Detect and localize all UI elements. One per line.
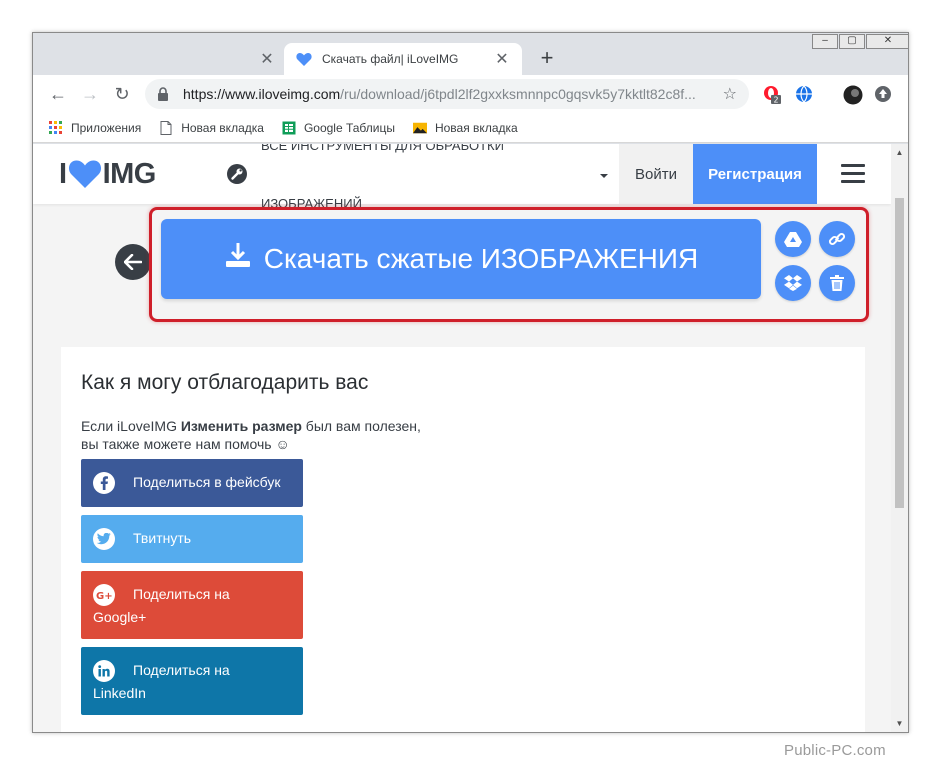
tab-close-icon[interactable]: ✕ — [259, 49, 275, 69]
tab-title: Скачать файл| iLoveIMG — [322, 52, 459, 66]
google-drive-icon — [784, 232, 802, 247]
bookmark-google-sheets[interactable]: Google Таблицы — [282, 121, 395, 135]
bookmark-star-icon[interactable]: ☆ — [723, 84, 737, 104]
svg-text:2: 2 — [773, 96, 778, 105]
new-tab-plus-icon[interactable]: + — [535, 47, 559, 71]
share-label: Поделиться в фейсбук — [133, 474, 281, 490]
thanks-text: Если iLoveIMG Изменить размер был вам по… — [81, 418, 421, 452]
bookmarks-bar: Приложения Новая вкладка Google Таблицы … — [33, 113, 908, 143]
tab-inactive[interactable]: ✕ — [41, 43, 287, 75]
download-icon — [225, 243, 250, 267]
sheets-icon — [282, 121, 296, 135]
apps-grid-icon — [49, 120, 63, 135]
globe-extension-icon[interactable] — [795, 85, 813, 103]
download-label: Скачать сжатые ИЗОБРАЖЕНИЯ — [263, 243, 699, 274]
download-images-button[interactable]: Скачать сжатые ИЗОБРАЖЕНИЯ — [161, 219, 761, 299]
heart-logo-icon — [68, 160, 101, 188]
reload-icon[interactable]: ↻ — [111, 83, 133, 105]
image-icon — [412, 121, 427, 135]
wrench-icon[interactable] — [227, 164, 247, 184]
tab-close-icon[interactable]: ✕ — [494, 49, 510, 69]
login-button[interactable]: Войти — [619, 144, 693, 204]
window-controls: – ▢ ✕ — [811, 34, 908, 49]
link-icon — [828, 232, 846, 246]
bookmark-label: Новая вкладка — [434, 120, 518, 135]
logo-text: I — [59, 157, 67, 190]
update-arrow-icon[interactable] — [874, 85, 892, 103]
iloveimg-logo[interactable]: I IMG — [59, 157, 157, 190]
tab-active[interactable]: Скачать файл| iLoveIMG ✕ — [284, 43, 522, 75]
copy-link-button[interactable] — [819, 221, 855, 257]
scroll-up-icon[interactable]: ▲ — [891, 144, 908, 161]
address-bar[interactable]: https://www.iloveimg.com/ru/download/j6t… — [145, 79, 749, 109]
google-plus-icon: G+ — [93, 584, 115, 606]
bookmark-new-tab-1[interactable]: Новая вкладка — [159, 120, 264, 135]
dropbox-button[interactable] — [775, 265, 811, 301]
profile-avatar-icon[interactable] — [843, 85, 863, 105]
window-close-icon[interactable]: ✕ — [866, 34, 908, 49]
bookmark-label: Новая вкладка — [181, 120, 264, 135]
trash-icon — [830, 275, 844, 291]
share-twitter-button[interactable]: Твитнуть — [81, 515, 303, 563]
site-header: I IMG ВСЕ ИНСТРУМЕНТЫ ДЛЯ ОБРАБОТКИ ИЗОБ… — [33, 144, 891, 211]
linkedin-icon — [93, 660, 115, 682]
share-linkedin-button[interactable]: Поделиться на LinkedIn — [81, 647, 303, 715]
forward-arrow-icon[interactable]: → — [79, 83, 101, 105]
bookmark-new-tab-2[interactable]: Новая вкладка — [412, 120, 518, 135]
share-label-line2: Google+ — [93, 609, 147, 625]
opera-extension-icon[interactable]: 2 — [763, 85, 781, 105]
scroll-down-icon[interactable]: ▼ — [891, 715, 908, 732]
twitter-icon — [93, 528, 115, 550]
signup-button[interactable]: Регистрация — [693, 144, 817, 204]
lock-icon — [157, 87, 173, 101]
scrollbar-thumb[interactable] — [895, 198, 904, 508]
logo-text: IMG — [102, 157, 157, 190]
bookmark-label: Приложения — [71, 120, 142, 135]
vertical-scrollbar[interactable]: ▲ ▼ — [891, 144, 908, 732]
share-label: Твитнуть — [133, 530, 192, 546]
tab-strip: ✕ Скачать файл| iLoveIMG ✕ + – ▢ ✕ — [33, 33, 908, 75]
page-icon — [159, 120, 173, 135]
share-facebook-button[interactable]: Поделиться в фейсбук — [81, 459, 303, 507]
page-viewport: I IMG ВСЕ ИНСТРУМЕНТЫ ДЛЯ ОБРАБОТКИ ИЗОБ… — [33, 144, 891, 732]
share-label: Поделиться на — [133, 586, 230, 602]
bookmark-label: Google Таблицы — [303, 120, 395, 135]
bookmark-apps[interactable]: Приложения — [49, 120, 142, 135]
browser-window: ✕ Скачать файл| iLoveIMG ✕ + – ▢ ✕ ← → ↻… — [32, 32, 909, 733]
tools-menu-label: ВСЕ ИНСТРУМЕНТЫ ДЛЯ ОБРАБОТКИ — [261, 144, 504, 153]
restore-icon[interactable]: ▢ — [839, 34, 865, 49]
share-label-line2: LinkedIn — [93, 685, 146, 701]
share-google-plus-button[interactable]: G+ Поделиться на Google+ — [81, 571, 303, 639]
caret-down-icon[interactable] — [599, 168, 609, 178]
heart-favicon-icon — [296, 51, 312, 67]
thanks-title: Как я могу отблагодарить вас — [81, 371, 369, 394]
dropbox-icon — [784, 275, 802, 291]
delete-button[interactable] — [819, 265, 855, 301]
watermark: Public-PC.com — [784, 742, 886, 759]
back-arrow-icon[interactable]: ← — [47, 83, 69, 105]
all-tools-menu[interactable]: ВСЕ ИНСТРУМЕНТЫ ДЛЯ ОБРАБОТКИ ИЗОБРАЖЕНИ… — [259, 144, 589, 211]
back-arrow-button[interactable] — [115, 244, 151, 280]
browser-toolbar: ← → ↻ https://www.iloveimg.com/ru/downlo… — [33, 75, 908, 113]
facebook-icon — [93, 472, 115, 494]
thanks-card: Как я могу отблагодарить вас Если iLoveI… — [61, 347, 865, 732]
minimize-icon[interactable]: – — [812, 34, 838, 49]
arrow-left-icon — [124, 254, 142, 270]
share-label: Поделиться на — [133, 662, 230, 678]
menu-icon[interactable] — [841, 164, 865, 184]
svg-text:G+: G+ — [96, 591, 112, 601]
url-text: https://www.iloveimg.com/ru/download/j6t… — [183, 86, 696, 102]
google-drive-button[interactable] — [775, 221, 811, 257]
